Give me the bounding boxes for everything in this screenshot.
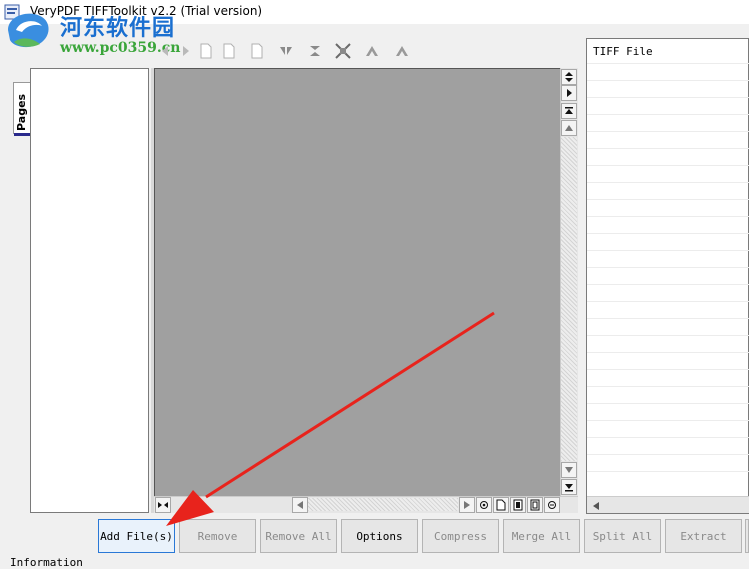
- page-icon[interactable]: [247, 41, 267, 61]
- scroll-up-icon[interactable]: [561, 120, 577, 136]
- list-row-divider: [587, 352, 749, 353]
- file-list-header: TIFF File: [593, 45, 653, 58]
- zoom-stepper-icon[interactable]: [561, 69, 577, 85]
- list-row-divider: [587, 63, 749, 64]
- list-row-divider: [587, 369, 749, 370]
- fit-icon[interactable]: [333, 41, 353, 61]
- split-all-button[interactable]: Split All: [584, 519, 661, 553]
- list-row-divider: [587, 471, 749, 472]
- list-row-divider: [587, 199, 749, 200]
- extract-button[interactable]: Extract: [665, 519, 742, 553]
- list-row-divider: [587, 80, 749, 81]
- list-row-divider: [587, 284, 749, 285]
- tiff-file-list[interactable]: TIFF File: [586, 38, 749, 514]
- flip-vertical-icon[interactable]: [305, 41, 325, 61]
- list-row-divider: [587, 97, 749, 98]
- information-label: Information: [10, 556, 83, 569]
- list-row-divider: [587, 420, 749, 421]
- tab-active-indicator: [14, 133, 30, 136]
- zoom-out-icon[interactable]: [544, 497, 560, 513]
- list-row-divider: [587, 437, 749, 438]
- list-row-divider: [587, 250, 749, 251]
- scroll-left-icon[interactable]: [592, 501, 600, 511]
- list-row-divider: [587, 148, 749, 149]
- fit-width-icon[interactable]: [527, 497, 543, 513]
- page-icon[interactable]: [219, 41, 239, 61]
- first-page-icon[interactable]: [561, 103, 577, 119]
- single-page-icon[interactable]: [493, 497, 509, 513]
- document-viewer[interactable]: [154, 68, 560, 496]
- watermark-logo: [8, 13, 49, 48]
- remove-button[interactable]: Remove: [179, 519, 256, 553]
- split-view-icon[interactable]: [155, 497, 171, 513]
- add-files-button[interactable]: Add File(s): [98, 519, 175, 553]
- rotate-left-icon[interactable]: [362, 41, 382, 61]
- rotate-right-icon[interactable]: [392, 41, 412, 61]
- list-row-divider: [587, 114, 749, 115]
- list-row-divider: [587, 386, 749, 387]
- list-row-divider: [587, 403, 749, 404]
- tab-pages-label: Pages: [15, 93, 28, 131]
- pages-panel[interactable]: [30, 68, 149, 513]
- options-button[interactable]: Options: [341, 519, 418, 553]
- fit-page-icon[interactable]: [510, 497, 526, 513]
- play-next-icon[interactable]: [561, 85, 577, 101]
- scroll-right-icon[interactable]: [459, 497, 475, 513]
- prev-page-icon[interactable]: [155, 41, 175, 61]
- zoom-in-icon[interactable]: [476, 497, 492, 513]
- list-row-divider: [587, 216, 749, 217]
- compress-button[interactable]: Compress: [422, 519, 499, 553]
- page-icon[interactable]: [196, 41, 216, 61]
- list-row-divider: [587, 335, 749, 336]
- list-row-divider: [587, 131, 749, 132]
- next-page-icon[interactable]: [176, 41, 196, 61]
- remove-all-button[interactable]: Remove All: [260, 519, 337, 553]
- list-row-divider: [587, 318, 749, 319]
- watermark-title: 河东软件园: [60, 15, 176, 41]
- scroll-down-icon[interactable]: [561, 462, 577, 478]
- scroll-left-icon[interactable]: [292, 497, 308, 513]
- list-row-divider: [587, 233, 749, 234]
- list-row-divider: [587, 165, 749, 166]
- horizontal-scroll-track[interactable]: [308, 498, 458, 511]
- more-button-edge[interactable]: [745, 519, 749, 553]
- list-row-divider: [587, 301, 749, 302]
- vertical-scroll-track[interactable]: [561, 137, 577, 461]
- merge-all-button[interactable]: Merge All: [503, 519, 580, 553]
- tab-pages[interactable]: Pages: [13, 82, 30, 136]
- file-list-horizontal-scrollbar[interactable]: [587, 496, 749, 513]
- last-page-icon[interactable]: [561, 479, 577, 495]
- list-row-divider: [587, 454, 749, 455]
- list-row-divider: [587, 182, 749, 183]
- flip-horizontal-icon[interactable]: [276, 41, 296, 61]
- list-row-divider: [587, 267, 749, 268]
